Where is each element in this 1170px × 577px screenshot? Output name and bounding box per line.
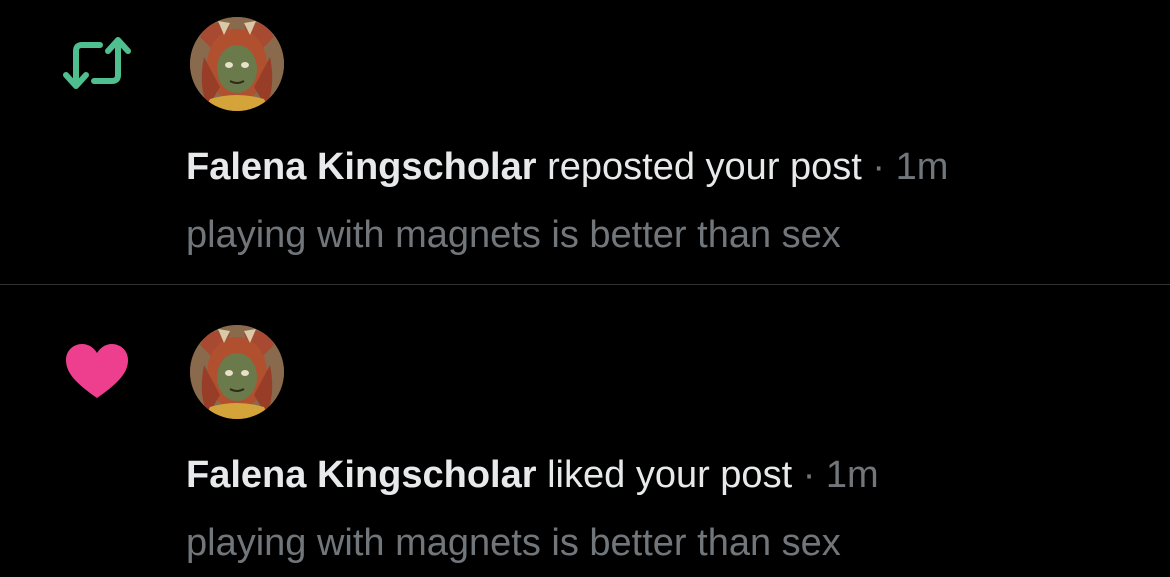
post-preview-text[interactable]: playing with magnets is better than sex bbox=[186, 520, 841, 566]
user-name-link[interactable]: Falena Kingscholar bbox=[186, 454, 537, 496]
avatar[interactable] bbox=[190, 17, 284, 111]
separator: · bbox=[802, 454, 816, 496]
timestamp: 1m bbox=[825, 454, 879, 496]
action-text: liked your post bbox=[547, 454, 793, 496]
repost-icon bbox=[58, 28, 136, 98]
notification-item[interactable]: Falena Kingscholar liked your post · 1m … bbox=[0, 285, 1170, 577]
timestamp: 1m bbox=[895, 146, 949, 188]
action-text: reposted your post bbox=[547, 146, 862, 188]
heart-icon bbox=[58, 337, 136, 407]
user-name-link[interactable]: Falena Kingscholar bbox=[186, 146, 537, 188]
avatar[interactable] bbox=[190, 325, 284, 419]
notification-header: Falena Kingscholar reposted your post · … bbox=[186, 144, 948, 190]
notification-header: Falena Kingscholar liked your post · 1m bbox=[186, 452, 879, 498]
notification-item[interactable]: Falena Kingscholar reposted your post · … bbox=[0, 0, 1170, 284]
separator: · bbox=[872, 146, 886, 188]
post-preview-text[interactable]: playing with magnets is better than sex bbox=[186, 212, 841, 258]
